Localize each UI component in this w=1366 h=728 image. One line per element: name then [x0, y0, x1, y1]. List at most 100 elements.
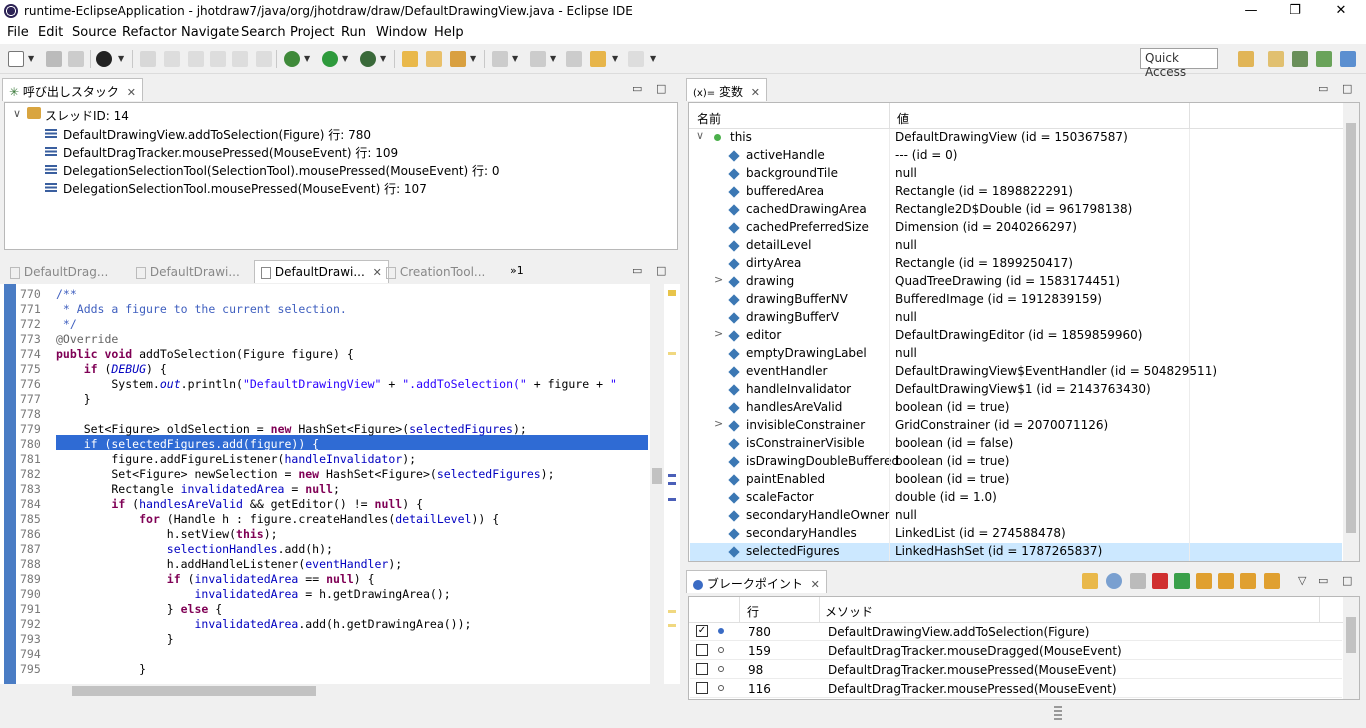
chevron-right-icon[interactable]: >	[714, 273, 723, 286]
breakpoint-row[interactable]: 159 DefaultDragTracker.mouseDragged(Mouse…	[690, 641, 1342, 660]
run-external-icon[interactable]	[360, 51, 376, 67]
maximize-icon[interactable]: □	[656, 82, 666, 95]
minimize-icon[interactable]: ▭	[632, 82, 642, 95]
last-edit-icon[interactable]	[566, 51, 582, 67]
step-into-icon[interactable]	[1196, 573, 1212, 589]
tab-editor[interactable]: DefaultDrag...	[4, 262, 114, 282]
tab-callstack[interactable]: ✳ 呼び出しスタック ✕	[2, 78, 143, 101]
column-value[interactable]: 値	[897, 110, 909, 127]
skip-breakpoints-icon[interactable]	[164, 51, 180, 67]
variable-row[interactable]: handlesAreValid boolean (id = true)	[690, 399, 1342, 417]
run-icon[interactable]	[322, 51, 338, 67]
outline-icon[interactable]	[210, 51, 226, 67]
save-icon[interactable]	[46, 51, 62, 67]
maximize-icon[interactable]: □	[656, 264, 666, 277]
chevron-down-icon[interactable]: ▼	[342, 54, 348, 63]
enable-checkbox[interactable]	[696, 644, 708, 656]
tab-variables[interactable]: (x)= 変数 ✕	[686, 78, 767, 101]
variable-row[interactable]: isDrawingDoubleBuffered boolean (id = tru…	[690, 453, 1342, 471]
menu-help[interactable]: Help	[434, 25, 464, 40]
enable-checkbox[interactable]	[696, 663, 708, 675]
scroll-thumb[interactable]	[1346, 617, 1356, 653]
enable-checkbox[interactable]	[696, 682, 708, 694]
variable-row[interactable]: eventHandler DefaultDrawingView$EventHand…	[690, 363, 1342, 381]
chevron-down-icon[interactable]: ▼	[380, 54, 386, 63]
thread-label[interactable]: スレッドID: 14	[45, 107, 129, 124]
variable-row[interactable]: handleInvalidator DefaultDrawingView$1 (i…	[690, 381, 1342, 399]
chevron-right-icon[interactable]: >	[714, 417, 723, 430]
variable-row[interactable]: cachedPreferredSize Dimension (id = 20402…	[690, 219, 1342, 237]
tab-editor-active[interactable]: DefaultDrawi... ✕	[254, 260, 389, 283]
debug-perspective-icon[interactable]	[1316, 51, 1332, 67]
resume-icon[interactable]	[1174, 573, 1190, 589]
breakpoint-row[interactable]: ✓ 780 DefaultDrawingView.addToSelection(Fi…	[690, 622, 1342, 641]
chevron-down-icon[interactable]: ▼	[512, 54, 518, 63]
new-icon[interactable]	[8, 51, 24, 67]
variable-row[interactable]: > drawing QuadTreeDrawing (id = 1583174451…	[690, 273, 1342, 291]
open-perspective-icon[interactable]	[1238, 51, 1254, 67]
menu-window[interactable]: Window	[376, 25, 427, 40]
variable-row[interactable]: ∨ this DefaultDrawingView (id = 150367587)	[690, 129, 1342, 147]
menu-search[interactable]: Search	[241, 25, 286, 40]
java-perspective-icon[interactable]	[1292, 51, 1308, 67]
pilcrow-icon[interactable]	[256, 51, 272, 67]
skip-all-icon[interactable]	[1130, 573, 1146, 589]
variable-row[interactable]: > editor DefaultDrawingEditor (id = 185985…	[690, 327, 1342, 345]
chevron-down-icon[interactable]: ∨	[696, 129, 704, 142]
variable-row[interactable]: scaleFactor double (id = 1.0)	[690, 489, 1342, 507]
variable-row[interactable]: activeHandle --- (id = 0)	[690, 147, 1342, 165]
enable-checkbox[interactable]: ✓	[696, 625, 708, 637]
scroll-thumb[interactable]	[1346, 123, 1356, 533]
remove-icon[interactable]	[1152, 573, 1168, 589]
chevron-down-icon[interactable]: ∨	[13, 107, 21, 120]
tab-breakpoints[interactable]: ブレークポイント ✕	[686, 570, 827, 593]
forward-arrow-icon[interactable]	[628, 51, 644, 67]
step-over-icon[interactable]	[1218, 573, 1234, 589]
variable-row[interactable]: drawingBufferV null	[690, 309, 1342, 327]
menu-refactor[interactable]: Refactor	[122, 25, 177, 40]
minimize-icon[interactable]: ▭	[632, 264, 642, 277]
quick-access-input[interactable]: Quick Access	[1140, 48, 1218, 79]
restore-button[interactable]: ❐	[1272, 0, 1318, 22]
variable-row[interactable]: drawingBufferNV BufferedImage (id = 19128…	[690, 291, 1342, 309]
menu-project[interactable]: Project	[290, 25, 334, 40]
menu-run[interactable]: Run	[341, 25, 366, 40]
minimize-button[interactable]: —	[1228, 0, 1274, 22]
column-name[interactable]: 名前	[697, 110, 721, 127]
chevron-down-icon[interactable]: ▼	[118, 54, 124, 63]
breakpoint-row[interactable]: 98 DefaultDragTracker.mousePressed(MouseE…	[690, 660, 1342, 679]
tab-editor[interactable]: DefaultDrawi...	[130, 262, 246, 282]
variable-row[interactable]: dirtyArea Rectangle (id = 1899250417)	[690, 255, 1342, 273]
toggle-breakpoint-icon[interactable]	[140, 51, 156, 67]
variable-row[interactable]: bufferedArea Rectangle (id = 1898822291)	[690, 183, 1342, 201]
chevron-down-icon[interactable]: ▽	[1298, 574, 1306, 587]
variable-row[interactable]: selectedFigures LinkedHashSet (id = 17872…	[690, 543, 1342, 561]
variable-row[interactable]: paintEnabled boolean (id = true)	[690, 471, 1342, 489]
close-button[interactable]: ✕	[1318, 0, 1364, 22]
menu-file[interactable]: File	[7, 25, 29, 40]
debug-bug-icon[interactable]	[284, 51, 300, 67]
scroll-thumb[interactable]	[72, 686, 316, 696]
chevron-right-icon[interactable]: >	[714, 327, 723, 340]
menu-navigate[interactable]: Navigate	[181, 25, 239, 40]
variables-scrollbar[interactable]	[1343, 103, 1359, 561]
show-targets-icon[interactable]	[1106, 573, 1122, 589]
column-method[interactable]: メソッド	[825, 603, 873, 620]
close-icon[interactable]: ✕	[127, 86, 136, 99]
minimize-icon[interactable]: ▭	[1318, 574, 1328, 587]
tab-editor[interactable]: CreationTool...	[380, 262, 491, 282]
chevron-down-icon[interactable]: ▼	[612, 54, 618, 63]
tab-overflow[interactable]: »1	[510, 264, 524, 277]
java-ee-perspective-icon[interactable]	[1268, 51, 1284, 67]
maximize-icon[interactable]: □	[1342, 82, 1352, 95]
back-arrow-icon[interactable]	[590, 51, 606, 67]
variable-row[interactable]: isConstrainerVisible boolean (id = false)	[690, 435, 1342, 453]
close-icon[interactable]: ✕	[751, 86, 760, 99]
chevron-down-icon[interactable]: ▼	[28, 54, 34, 63]
prev-annotation-icon[interactable]	[530, 51, 546, 67]
variable-row[interactable]: emptyDrawingLabel null	[690, 345, 1342, 363]
step-return-icon[interactable]	[1240, 573, 1256, 589]
close-icon[interactable]: ✕	[811, 578, 820, 591]
step-filter-icon[interactable]	[188, 51, 204, 67]
editor-scrollbar[interactable]	[650, 284, 664, 684]
